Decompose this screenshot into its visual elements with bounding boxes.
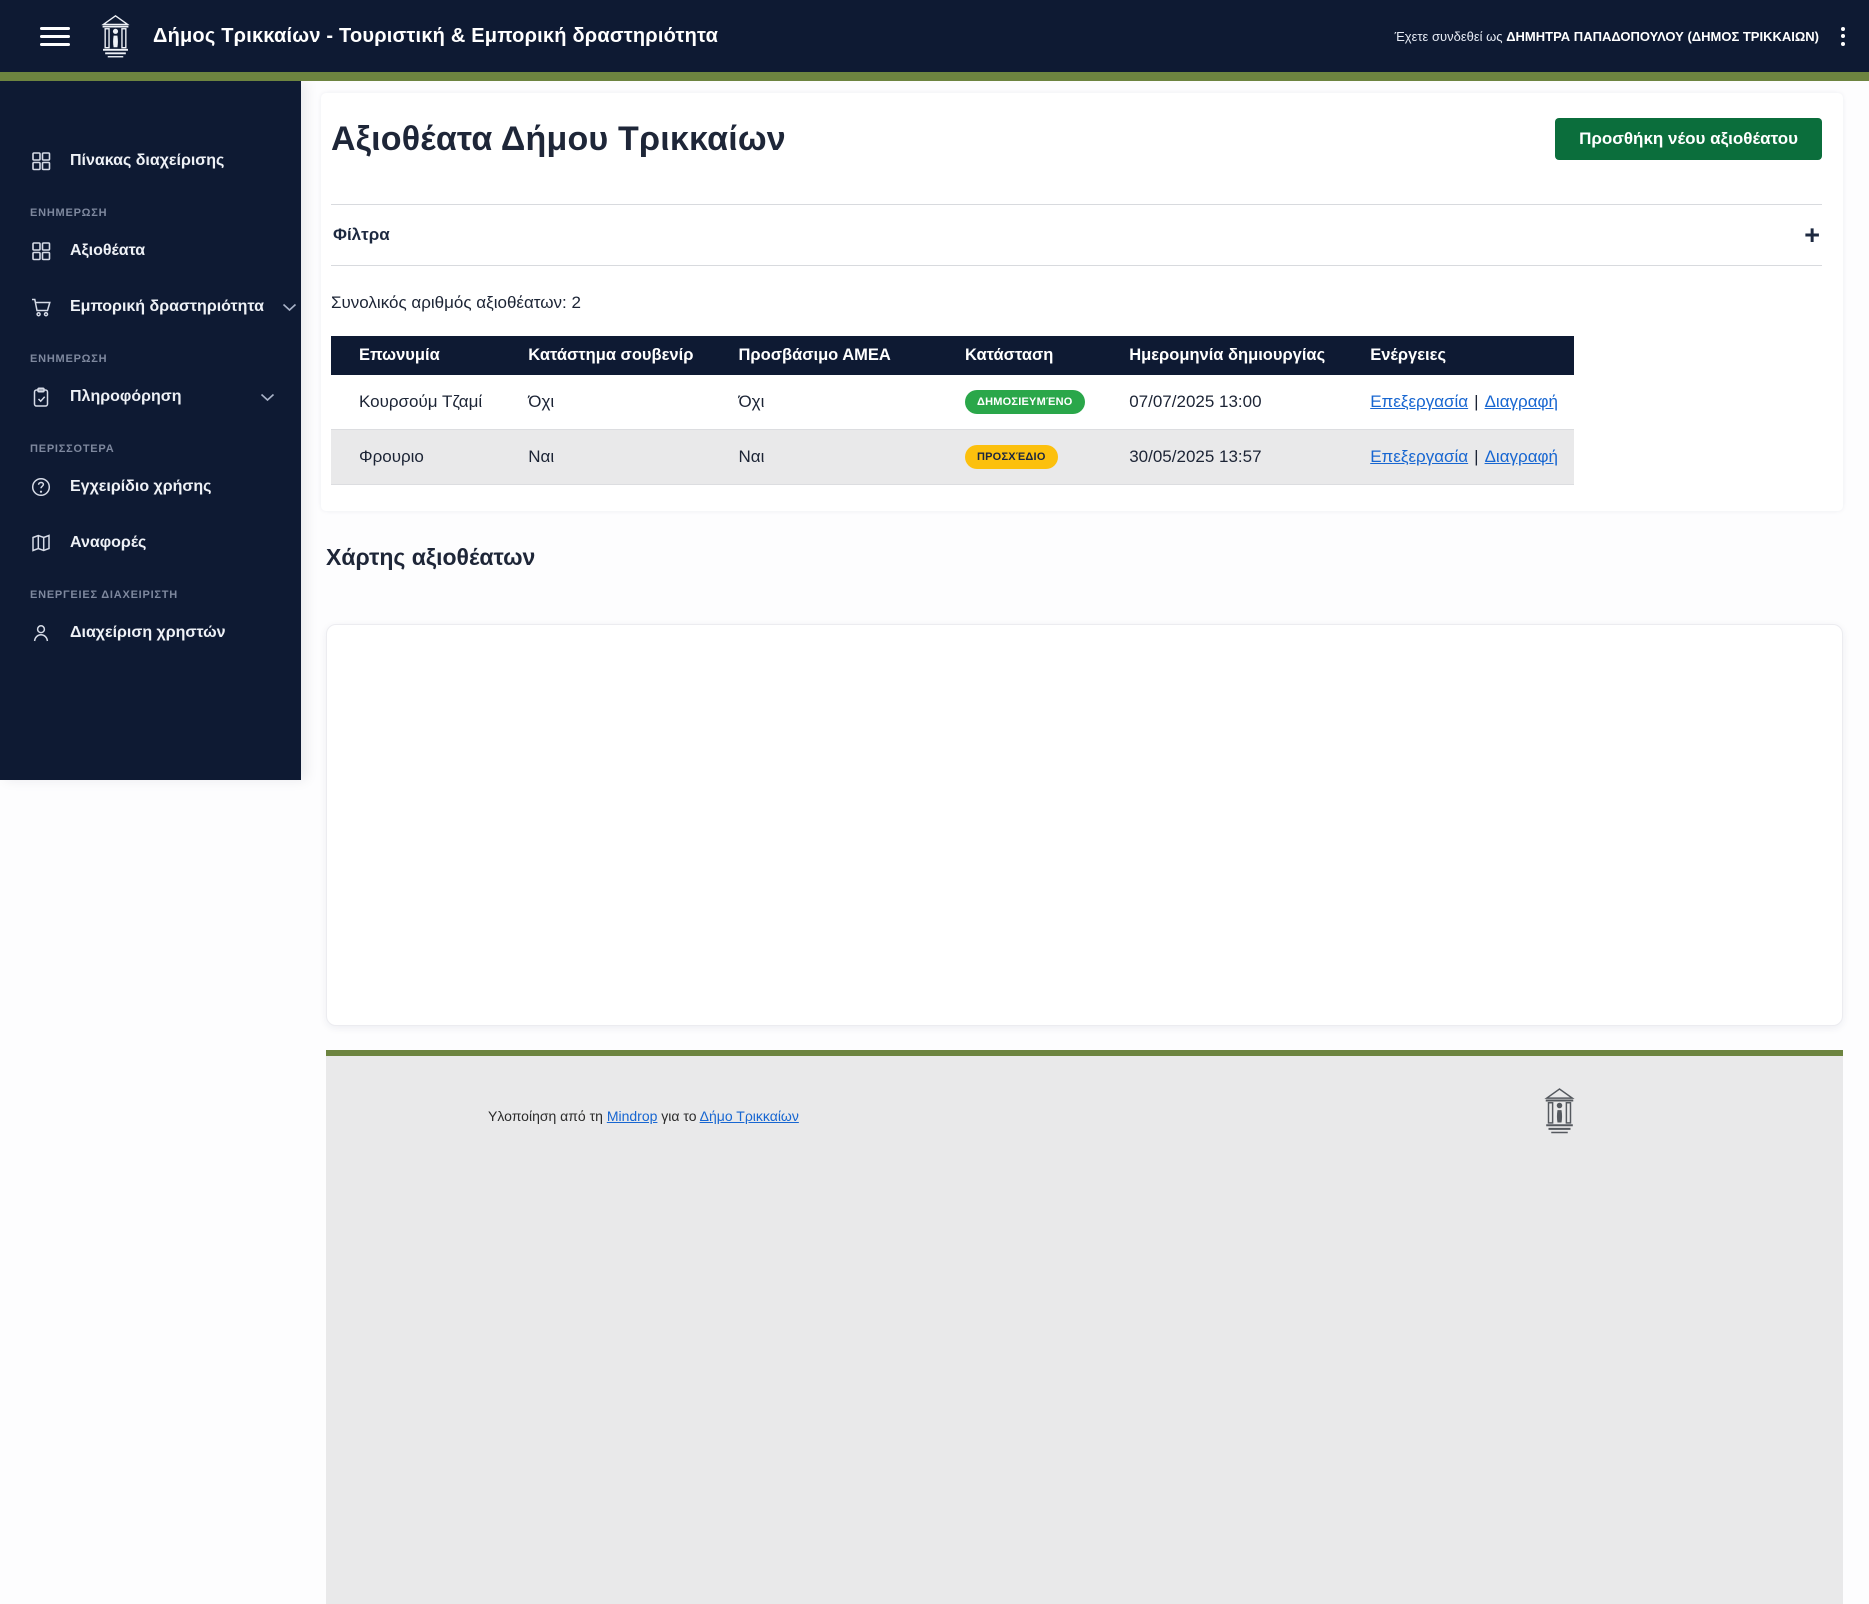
cell-created: 07/07/2025 13:00	[1101, 375, 1343, 431]
app-header: Δήμος Τρικκαίων - Τουριστική & Εμπορική …	[0, 0, 1869, 72]
cell-status: ΠΡΟΣΧΈΔΙΟ	[936, 429, 1102, 486]
sidebar-section-update-2: ΕΝΗΜΕΡΩΣΗ	[30, 353, 108, 365]
column-header-status: Κατάσταση	[936, 336, 1102, 375]
sidebar-item-label: Πληροφόρηση	[70, 388, 182, 405]
footer-credit: Υλοποίηση από τη Mindrop για το Δήμο Τρι…	[488, 1108, 799, 1124]
action-separator: |	[1474, 392, 1479, 412]
cell-souvenir: Όχι	[500, 375, 711, 431]
delete-link[interactable]: Διαγραφή	[1485, 447, 1558, 466]
column-header-actions: Ενέργειες	[1342, 336, 1574, 375]
app-title: Δήμος Τρικκαίων - Τουριστική & Εμπορική …	[153, 24, 719, 47]
help-icon	[30, 476, 52, 498]
menu-toggle-button[interactable]	[40, 26, 70, 46]
sidebar-section-more: ΠΕΡΙΣΣΟΤΕΡΑ	[30, 443, 115, 455]
sidebar-section-admin-actions: ΕΝΕΡΓΕΙΕΣ ΔΙΑΧΕΙΡΙΣΤΗ	[30, 589, 179, 601]
attractions-table: Επωνυμία Κατάστημα σουβενίρ Προσβάσιμο Α…	[331, 336, 1574, 486]
municipality-logo-footer	[1543, 1086, 1576, 1141]
header-right: Έχετε συνδεθεί ως ΔΗΜΗΤΡΑ ΠΑΠΑΔΟΠΟΥΛΟΥ (…	[1395, 22, 1851, 51]
map-icon	[30, 532, 52, 554]
sidebar-item-label: Εγχειρίδιο χρήσης	[70, 478, 212, 495]
grid-icon	[30, 240, 52, 262]
chevron-down-icon	[260, 393, 275, 402]
map-section-title: Χάρτης αξιοθέατων	[326, 544, 536, 571]
cell-accessible: Όχι	[710, 375, 937, 431]
sidebar-item-label: Πίνακας διαχείρισης	[70, 152, 225, 169]
filters-label: Φίλτρα	[333, 225, 390, 244]
cell-accessible: Ναι	[710, 429, 937, 486]
sidebar-item-commercial-activity[interactable]: Εμπορική δραστηριότητα	[0, 279, 301, 335]
add-attraction-button[interactable]: Προσθήκη νέου αξιοθέατου	[1555, 118, 1822, 160]
more-options-icon[interactable]	[1835, 22, 1851, 51]
attractions-map[interactable]	[326, 624, 1843, 1027]
column-header-created: Ημερομηνία δημιουργίας	[1101, 336, 1343, 375]
sidebar-item-label: Εμπορική δραστηριότητα	[70, 298, 264, 315]
cell-status: ΔΗΜΟΣΙΕΥΜΈΝΟ	[936, 375, 1102, 431]
mindrop-link[interactable]: Mindrop	[607, 1108, 658, 1124]
cell-name: Φρουριο	[331, 429, 501, 486]
municipality-logo-icon	[100, 13, 131, 60]
table-header-row: Επωνυμία Κατάστημα σουβενίρ Προσβάσιμο Α…	[331, 336, 1574, 375]
status-badge-draft: ΠΡΟΣΧΈΔΙΟ	[964, 445, 1058, 470]
clipboard-icon	[30, 386, 52, 408]
filters-toggle-bar[interactable]: Φίλτρα +	[331, 204, 1822, 266]
footer-credit-middle: για το	[661, 1108, 697, 1124]
page-footer: Υλοποίηση από τη Mindrop για το Δήμο Τρι…	[326, 1050, 1843, 1604]
edit-link[interactable]: Επεξεργασία	[1370, 447, 1468, 466]
signed-in-user: ΔΗΜΗΤΡΑ ΠΑΠΑΔΟΠΟΥΛΟΥ (ΔΗΜΟΣ ΤΡΙΚΚΑΙΩΝ)	[1506, 28, 1819, 44]
page-head: Αξιοθέατα Δήμου Τρικκαίων Προσθήκη νέου …	[331, 118, 1822, 160]
cell-created: 30/05/2025 13:57	[1101, 429, 1343, 486]
sidebar: Πίνακας διαχείρισης ΕΝΗΜΕΡΩΣΗ Αξιοθέατα …	[0, 81, 301, 780]
expand-filters-icon[interactable]: +	[1804, 222, 1820, 249]
page-title: Αξιοθέατα Δήμου Τρικκαίων	[331, 119, 786, 158]
accent-bar	[0, 72, 1869, 81]
edit-link[interactable]: Επεξεργασία	[1370, 392, 1468, 411]
sidebar-item-label: Αναφορές	[70, 534, 147, 551]
sidebar-item-dashboard[interactable]: Πίνακας διαχείρισης	[0, 133, 301, 189]
sidebar-item-label: Αξιοθέατα	[70, 242, 146, 259]
sidebar-item-user-manual[interactable]: Εγχειρίδιο χρήσης	[0, 459, 301, 515]
attractions-card: Αξιοθέατα Δήμου Τρικκαίων Προσθήκη νέου …	[321, 93, 1843, 512]
delete-link[interactable]: Διαγραφή	[1485, 392, 1558, 411]
column-header-accessible: Προσβάσιμο ΑΜΕΑ	[710, 336, 937, 375]
signed-in-prefix: Έχετε συνδεθεί ως	[1394, 28, 1503, 44]
chevron-down-icon	[282, 303, 297, 312]
table-row: Φρουριο Ναι Ναι ΠΡΟΣΧΈΔΙΟ 30/05/2025 13:…	[331, 429, 1574, 486]
column-header-souvenir: Κατάστημα σουβενίρ	[500, 336, 711, 375]
cell-actions: Επεξεργασία | Διαγραφή	[1342, 429, 1574, 486]
sidebar-section-update-1: ΕΝΗΜΕΡΩΣΗ	[30, 207, 108, 219]
signed-in-text: Έχετε συνδεθεί ως ΔΗΜΗΤΡΑ ΠΑΠΑΔΟΠΟΥΛΟΥ (…	[1395, 29, 1819, 44]
sidebar-item-label: Διαχείριση χρηστών	[70, 624, 226, 641]
action-separator: |	[1474, 447, 1479, 467]
user-icon	[30, 622, 52, 644]
sidebar-item-user-management[interactable]: Διαχείριση χρηστών	[0, 605, 301, 661]
municipality-link[interactable]: Δήμο Τρικκαίων	[700, 1108, 799, 1124]
dashboard-grid-icon	[30, 150, 52, 172]
cell-name: Κουρσούμ Τζαμί	[331, 375, 501, 431]
column-header-name: Επωνυμία	[331, 336, 501, 375]
sidebar-item-reports[interactable]: Αναφορές	[0, 515, 301, 571]
status-badge-published: ΔΗΜΟΣΙΕΥΜΈΝΟ	[964, 390, 1085, 415]
table-row: Κουρσούμ Τζαμί Όχι Όχι ΔΗΜΟΣΙΕΥΜΈΝΟ 07/0…	[331, 375, 1574, 431]
sidebar-item-attractions[interactable]: Αξιοθέατα	[0, 223, 301, 279]
total-count-text: Συνολικός αριθμός αξιοθέατων: 2	[331, 293, 581, 312]
footer-credit-prefix: Υλοποίηση από τη	[488, 1108, 603, 1124]
sidebar-item-information[interactable]: Πληροφόρηση	[0, 369, 301, 425]
main-content: Αξιοθέατα Δήμου Τρικκαίων Προσθήκη νέου …	[301, 81, 1869, 1027]
cell-souvenir: Ναι	[500, 429, 711, 486]
cell-actions: Επεξεργασία | Διαγραφή	[1342, 375, 1574, 431]
cart-icon	[30, 296, 52, 318]
